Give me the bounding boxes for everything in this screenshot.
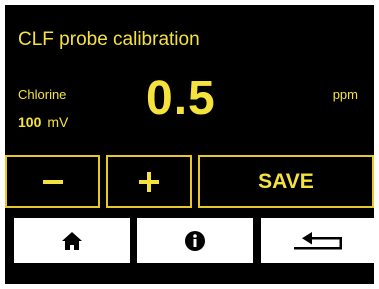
info-icon <box>185 230 205 251</box>
home-icon <box>62 231 82 250</box>
reading-value: 0.5 <box>146 72 216 125</box>
page-title: CLF probe calibration <box>18 29 200 50</box>
info-button[interactable] <box>137 218 253 263</box>
back-button[interactable] <box>261 218 374 263</box>
mv-value: 100 <box>18 114 42 130</box>
home-button[interactable] <box>14 218 130 263</box>
reading-unit: ppm <box>332 87 358 102</box>
plus-icon <box>139 171 159 192</box>
decrease-button[interactable] <box>5 155 100 208</box>
parameter-label: Chlorine <box>18 87 67 102</box>
mv-unit: mV <box>47 114 69 130</box>
calibration-screen: CLF probe calibration Chlorine 100 mV 0.5… <box>5 5 374 284</box>
mv-readout: 100 mV <box>18 114 68 130</box>
return-arrow-icon <box>293 231 342 249</box>
increase-button[interactable] <box>106 155 192 208</box>
minus-icon <box>42 179 63 184</box>
save-button[interactable]: SAVE <box>198 155 374 208</box>
